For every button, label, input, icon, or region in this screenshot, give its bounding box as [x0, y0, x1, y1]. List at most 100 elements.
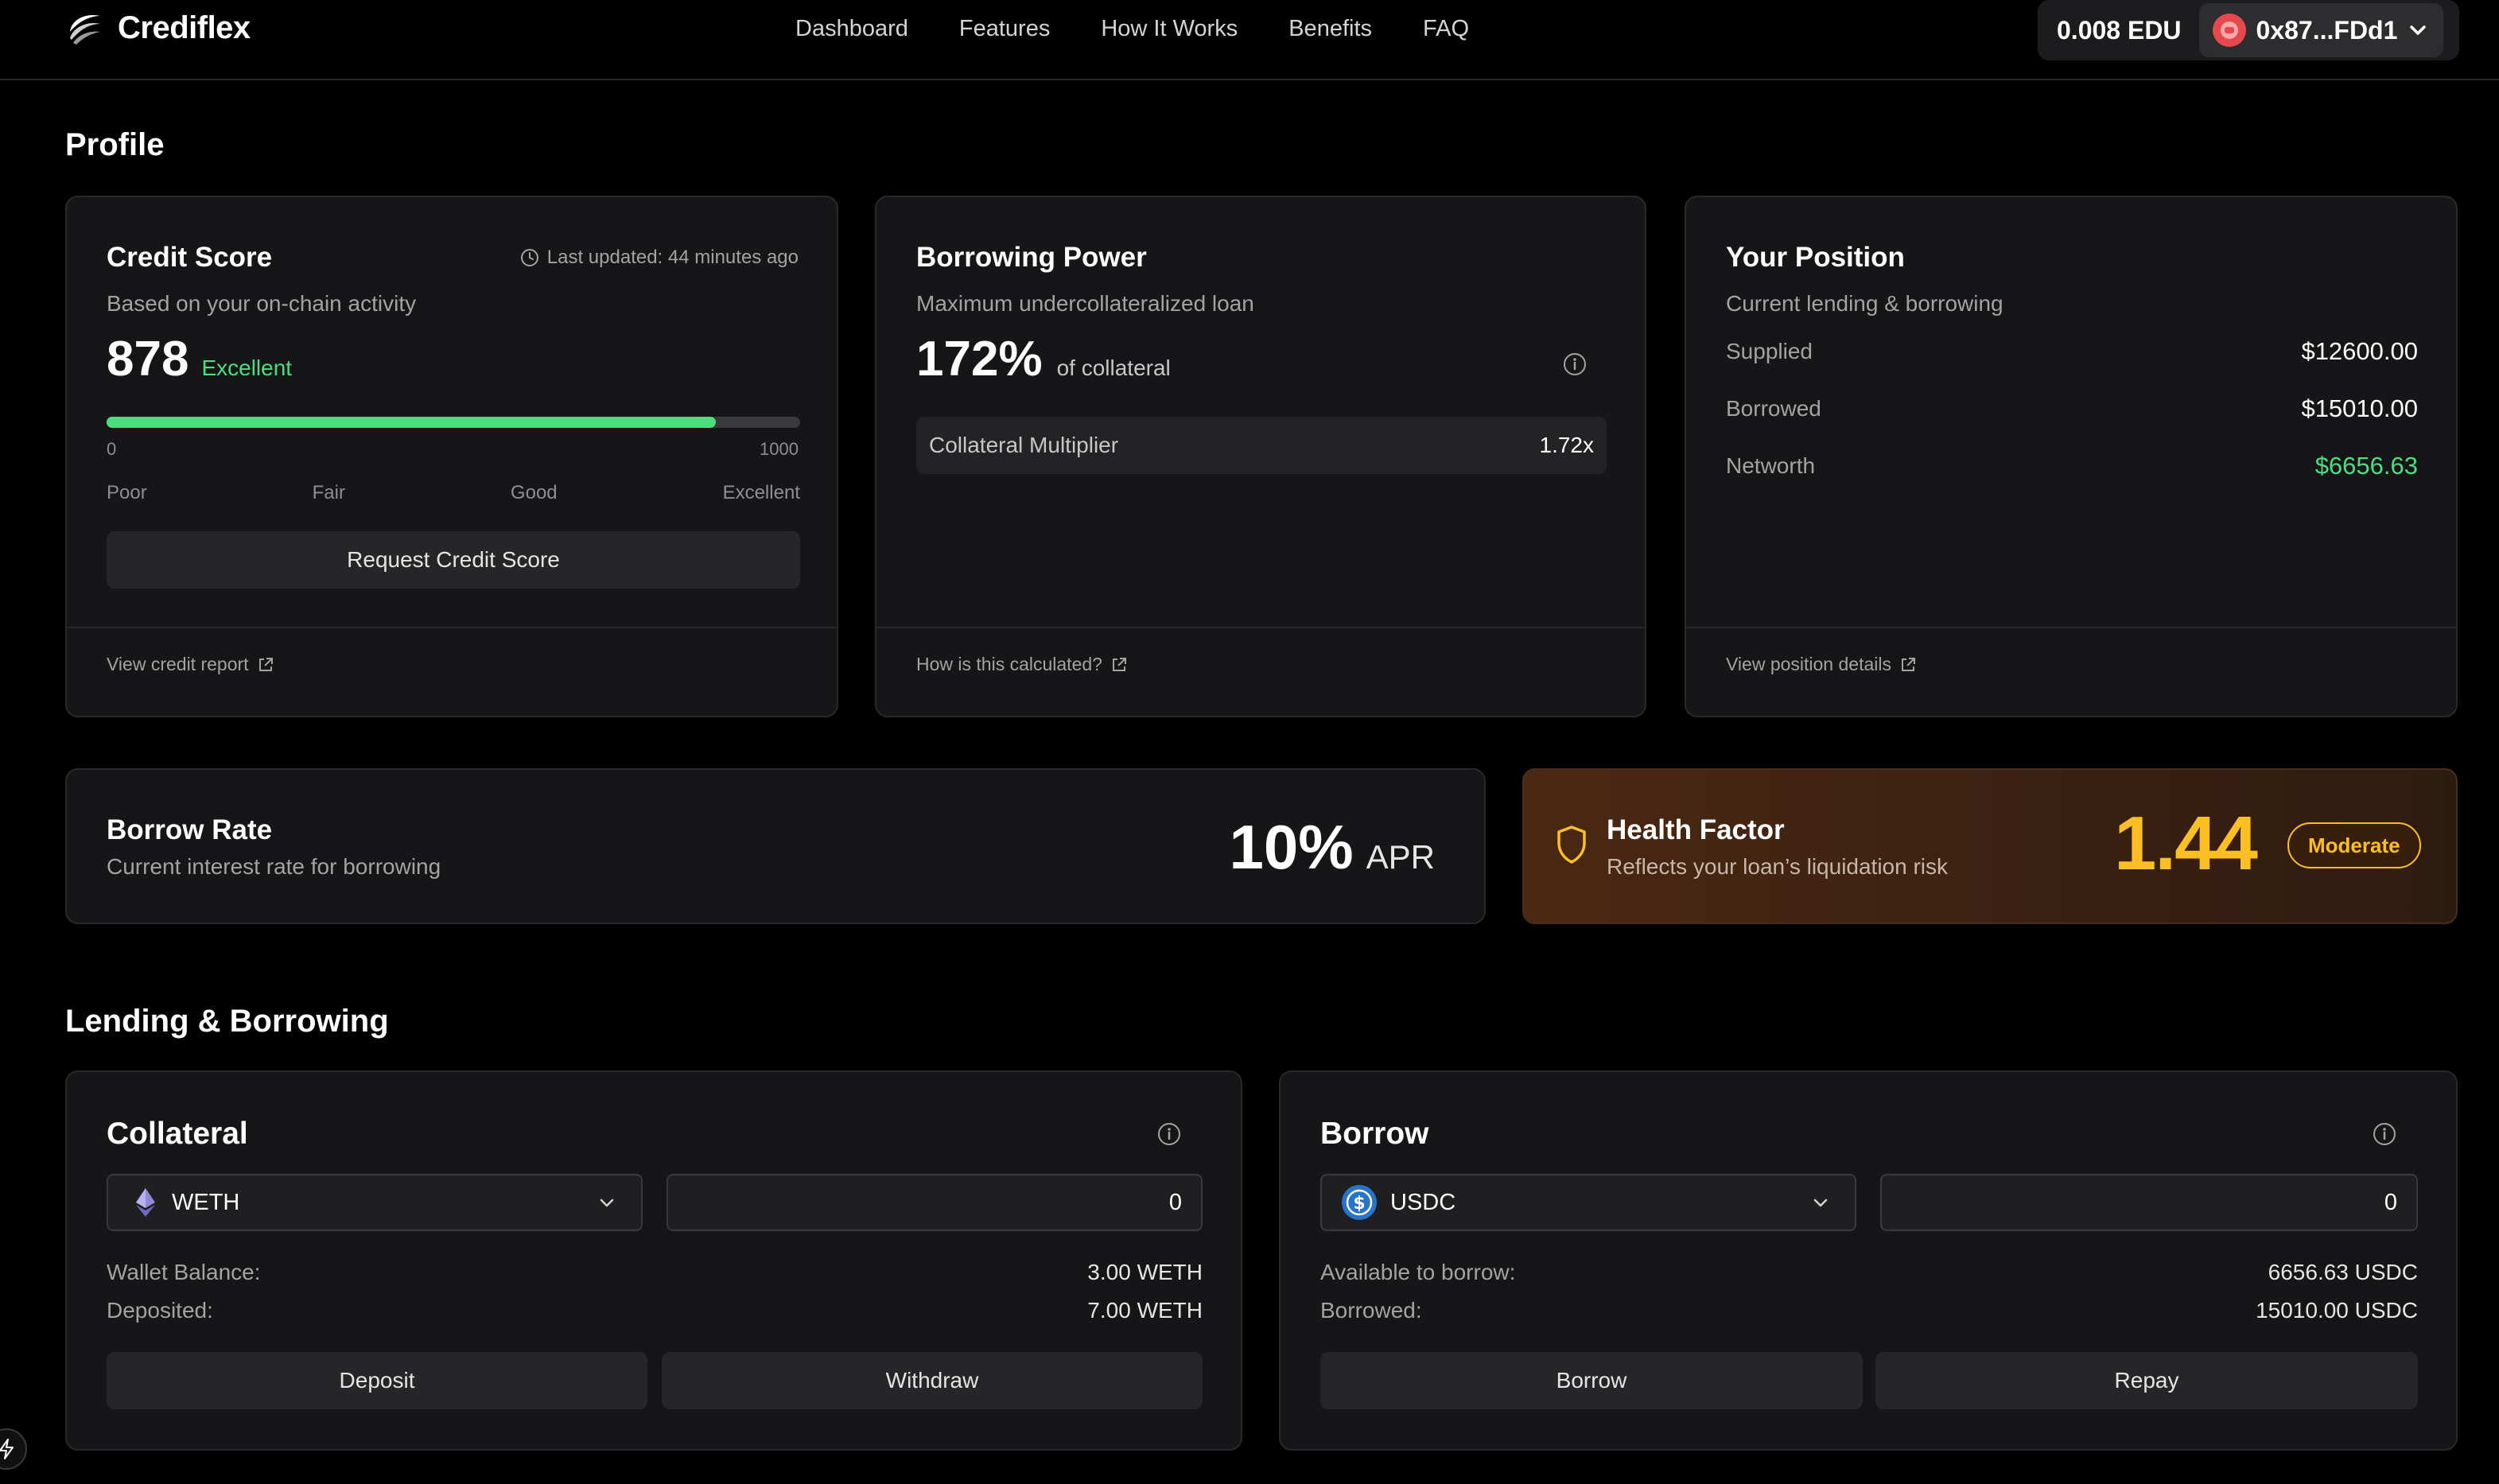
brand-logo[interactable]: Crediflex — [65, 8, 251, 48]
borrowed-usdc-value: 15010.00 USDC — [2256, 1298, 2418, 1323]
account-button[interactable]: 0x87...FDd1 — [2198, 3, 2444, 57]
networth-label: Networth — [1726, 453, 1816, 478]
chevron-down-icon — [2410, 25, 2427, 35]
available-to-borrow-value: 6656.63 USDC — [2268, 1260, 2418, 1284]
deposited-value: 7.00 WETH — [1087, 1298, 1203, 1323]
collateral-token-name: WETH — [172, 1189, 240, 1215]
external-link-icon — [1112, 657, 1126, 671]
borrow-rate-unit: APR — [1366, 838, 1435, 876]
scale-min: 0 — [107, 439, 117, 459]
svg-text:$: $ — [1353, 1194, 1365, 1214]
deposit-button[interactable]: Deposit — [107, 1352, 647, 1409]
chevron-down-icon — [1813, 1198, 1828, 1207]
credit-score-subtitle: Based on your on-chain activity — [107, 291, 417, 316]
borrow-token-select[interactable]: $ USDC — [1320, 1174, 1856, 1231]
borrow-rate-value-row: 10% APR — [1230, 811, 1435, 884]
nav-dashboard[interactable]: Dashboard — [795, 16, 908, 42]
main-nav: Dashboard Features How It Works Benefits… — [795, 16, 1469, 42]
borrowing-power-subtitle: Maximum undercollateralized loan — [916, 291, 1254, 316]
card-divider — [67, 627, 837, 628]
wallet-widget: 0.008 EDU 0x87...FDd1 — [2038, 0, 2459, 60]
info-icon[interactable] — [2372, 1121, 2397, 1147]
health-factor-badge: Moderate — [2287, 822, 2421, 868]
level-good: Good — [510, 482, 558, 503]
collateral-multiplier-label: Collateral Multiplier — [929, 433, 1119, 457]
your-position-title: Your Position — [1726, 242, 1905, 273]
collateral-token-select[interactable]: WETH — [107, 1174, 643, 1231]
card-divider — [1686, 627, 2456, 628]
borrow-rate-title: Borrow Rate — [107, 814, 273, 845]
borrow-rate-card: Borrow Rate Current interest rate for bo… — [65, 768, 1486, 924]
credit-score-title: Credit Score — [107, 242, 273, 273]
usdc-icon: $ — [1342, 1185, 1377, 1220]
borrowed-value: $15010.00 — [2301, 394, 2418, 422]
available-to-borrow-label: Available to borrow: — [1320, 1260, 1516, 1284]
view-credit-report-label: View credit report — [107, 654, 249, 674]
card-divider — [876, 627, 1645, 628]
collateral-multiplier-row: Collateral Multiplier 1.72x — [916, 417, 1607, 474]
health-factor-card: Health Factor Reflects your loan’s liqui… — [1522, 768, 2458, 924]
borrow-amount-input[interactable]: 0 — [1880, 1174, 2418, 1231]
supplied-label: Supplied — [1726, 339, 1813, 363]
networth-value: $6656.63 — [2314, 452, 2418, 480]
how-calculated-link[interactable]: How is this calculated? — [916, 654, 1128, 675]
collateral-card: Collateral WETH 0 Wallet Balance: 3.00 W… — [65, 1070, 1242, 1451]
scale-max: 1000 — [760, 439, 799, 459]
external-link-icon — [1901, 657, 1915, 671]
health-factor-title: Health Factor — [1607, 814, 1785, 845]
request-credit-score-button[interactable]: Request Credit Score — [107, 531, 800, 589]
borrowing-power-suffix: of collateral — [1056, 355, 1171, 380]
repay-button[interactable]: Repay — [1875, 1352, 2418, 1409]
last-updated: Last updated: 44 minutes ago — [520, 247, 799, 269]
wallet-balance: 0.008 EDU — [2057, 15, 2182, 45]
brand-name: Crediflex — [118, 10, 251, 45]
nav-benefits[interactable]: Benefits — [1288, 16, 1372, 42]
lightning-icon — [0, 1439, 14, 1459]
wallet-balance-label: Wallet Balance: — [107, 1260, 261, 1284]
credit-score-bar — [107, 417, 800, 428]
lending-section-title: Lending & Borrowing — [65, 1004, 389, 1039]
health-factor-value: 1.44 — [2114, 801, 2258, 886]
level-excellent: Excellent — [722, 482, 800, 503]
borrow-card: Borrow $ USDC 0 Available to borrow: 665… — [1279, 1070, 2458, 1451]
nav-how-it-works[interactable]: How It Works — [1101, 16, 1238, 42]
collateral-multiplier-value: 1.72x — [1539, 433, 1595, 457]
chevron-down-icon — [600, 1198, 614, 1207]
supplied-value: $12600.00 — [2301, 337, 2418, 365]
collateral-amount-input[interactable]: 0 — [667, 1174, 1203, 1231]
borrow-rate-value: 10% — [1229, 812, 1354, 882]
collateral-amount-value: 0 — [1168, 1190, 1182, 1215]
wallet-avatar-icon — [2212, 14, 2246, 47]
score-levels: Poor Fair Good Excellent — [107, 482, 800, 504]
info-icon[interactable] — [1156, 1121, 1182, 1147]
info-icon[interactable] — [1562, 352, 1588, 377]
borrow-title: Borrow — [1320, 1117, 1429, 1151]
borrow-token-name: USDC — [1390, 1189, 1456, 1215]
view-position-details-link[interactable]: View position details — [1726, 654, 1917, 675]
credit-score-card: Credit Score Last updated: 44 minutes ag… — [65, 196, 838, 717]
borrow-button[interactable]: Borrow — [1320, 1352, 1863, 1409]
borrowing-power-card: Borrowing Power Maximum undercollaterali… — [875, 196, 1646, 717]
credit-score-bar-fill — [107, 417, 716, 428]
level-poor: Poor — [107, 482, 147, 503]
credit-score-rating: Excellent — [201, 355, 293, 380]
credit-score-value: 878 — [107, 332, 189, 387]
borrowed-usdc-label: Borrowed: — [1320, 1298, 1422, 1323]
borrow-rate-subtitle: Current interest rate for borrowing — [107, 854, 441, 879]
external-link-icon — [258, 657, 273, 671]
credit-score-value-row: 878 Excellent — [107, 331, 292, 387]
dev-tools-button[interactable] — [0, 1428, 27, 1470]
borrowing-power-value-row: 172% of collateral — [916, 331, 1171, 387]
nav-faq[interactable]: FAQ — [1423, 16, 1469, 42]
withdraw-button[interactable]: Withdraw — [662, 1352, 1203, 1409]
deposited-label: Deposited: — [107, 1298, 213, 1323]
ethereum-icon — [136, 1188, 155, 1217]
wallet-address: 0x87...FDd1 — [2256, 15, 2398, 45]
borrow-amount-value: 0 — [2384, 1190, 2397, 1215]
clock-icon — [520, 249, 538, 266]
shield-icon — [1557, 826, 1586, 864]
view-position-details-label: View position details — [1726, 654, 1891, 674]
view-credit-report-link[interactable]: View credit report — [107, 654, 274, 675]
level-fair: Fair — [312, 482, 345, 503]
nav-features[interactable]: Features — [959, 16, 1050, 42]
